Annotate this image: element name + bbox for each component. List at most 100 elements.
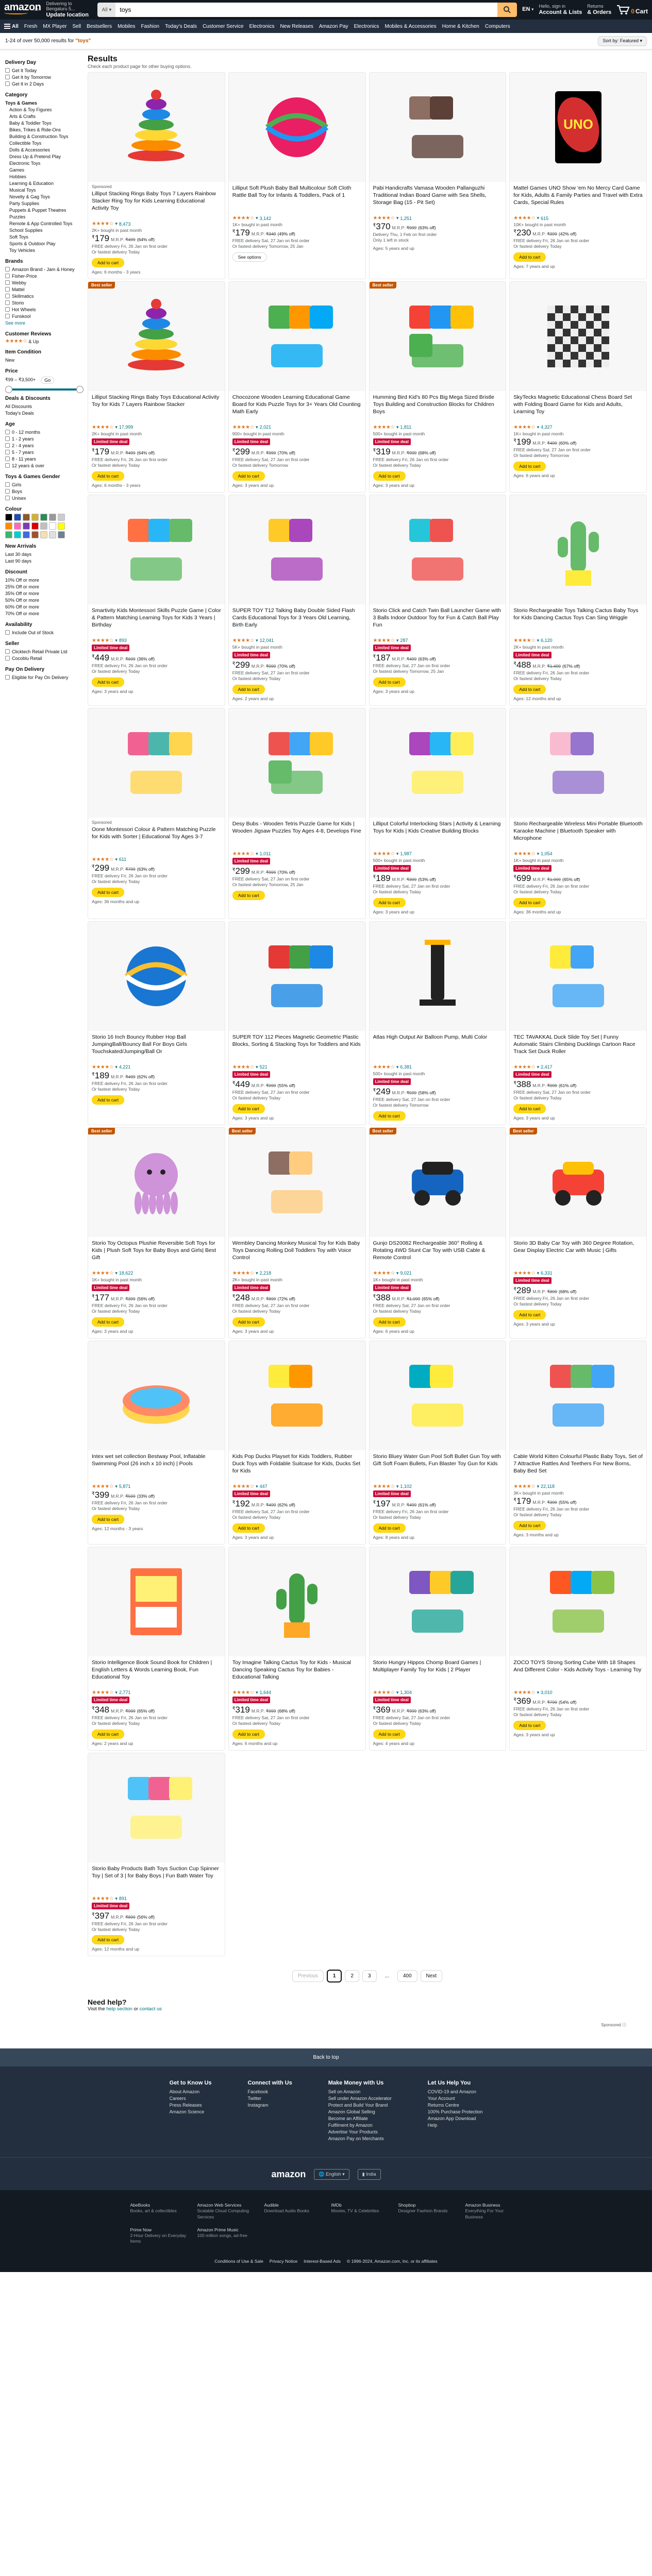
filter-option[interactable]: Boys (5, 488, 83, 495)
add-to-cart-button[interactable]: Add to cart (92, 1935, 125, 1945)
checkbox[interactable] (5, 274, 10, 278)
footer-service-link[interactable]: AbeBooks Books, art & collectibles (130, 2202, 187, 2219)
add-to-cart-button[interactable]: Add to cart (513, 1104, 546, 1113)
product-title[interactable]: Kids Pop Ducks Playset for Kids Toddlers… (232, 1453, 362, 1482)
filter-option[interactable]: Baby & Toddler Toys (5, 120, 83, 126)
add-to-cart-button[interactable]: Add to cart (92, 1317, 125, 1327)
footer-link[interactable]: Careers (170, 2096, 212, 2101)
subnav-item[interactable]: Bestsellers (87, 24, 112, 29)
product-card[interactable]: Best seller Wembley Dancing Monkey Musica… (228, 1127, 366, 1338)
product-rating[interactable]: ★★★★☆ ▾ 615 (513, 215, 643, 221)
search-button[interactable] (497, 3, 517, 17)
product-card[interactable]: Lilliput Soft Plush Baby Ball Multicolou… (228, 72, 366, 279)
rating-filter[interactable]: ★★★★☆ & Up (5, 338, 83, 344)
product-image-wrap[interactable] (228, 708, 365, 818)
checkbox[interactable] (5, 463, 10, 468)
product-card[interactable]: SkyTecks Magnetic Educational Chess Boar… (509, 281, 647, 493)
see-options-button[interactable]: See options (232, 252, 267, 262)
footer-service-link[interactable]: IMDb Movies, TV & Celebrities (331, 2202, 388, 2219)
filter-option[interactable]: Get It in 2 Days (5, 80, 83, 87)
filter-option[interactable]: Clicktech Retail Private Ltd (5, 648, 83, 655)
subnav-item[interactable]: Electronics (249, 24, 275, 29)
product-card[interactable]: Storio 16 Inch Bouncy Rubber Hop Ball Ju… (88, 921, 225, 1125)
product-image-wrap[interactable] (510, 708, 646, 818)
add-to-cart-button[interactable]: Add to cart (513, 1520, 546, 1530)
filter-option[interactable]: 12 years & over (5, 462, 83, 469)
checkbox[interactable] (5, 630, 10, 635)
colour-swatch[interactable] (58, 531, 65, 538)
filter-option[interactable]: Eligible for Pay On Delivery (5, 674, 83, 681)
filter-option[interactable]: Cocoblu Retail (5, 655, 83, 662)
checkbox[interactable] (5, 280, 10, 285)
product-card[interactable]: Cable World Kitten Colourful Plastic Bab… (509, 1340, 647, 1545)
product-rating[interactable]: ★★★★☆ ▾ 2,218 (232, 1270, 362, 1276)
filter-option[interactable]: Get It Today (5, 67, 83, 74)
product-title[interactable]: Pabi Handicrafts Vamasa Wooden Pallanguz… (373, 184, 503, 214)
product-image-wrap[interactable]: Best seller (88, 1127, 225, 1237)
product-rating[interactable]: ★★★★☆ ▾ 2,771 (92, 1690, 221, 1696)
product-title[interactable]: Cable World Kitten Colourful Plastic Bab… (513, 1453, 643, 1482)
filter-option[interactable]: Puzzles (5, 213, 83, 220)
subnav-item[interactable]: Mobiles (118, 24, 135, 29)
product-title[interactable]: Storio 16 Inch Bouncy Rubber Hop Ball Ju… (92, 1033, 221, 1063)
filter-option[interactable]: Skillmatics (5, 293, 83, 299)
product-rating[interactable]: ★★★★☆ ▾ 18,622 (92, 1270, 221, 1276)
pagination-page[interactable]: 1 (326, 1970, 342, 1983)
product-rating[interactable]: ★★★★☆ ▾ 6,120 (513, 638, 643, 643)
subnav-item[interactable]: Fresh (24, 24, 38, 29)
product-card[interactable]: Storio Rechargeable Toys Talking Cactus … (509, 494, 647, 706)
filter-option[interactable]: Hot Wheels (5, 306, 83, 313)
search-input[interactable] (115, 3, 498, 17)
filter-option[interactable]: 10% Off or more (5, 577, 83, 583)
footer-link[interactable]: Fulfilment by Amazon (328, 2123, 392, 2128)
price-go-button[interactable]: Go (41, 376, 55, 384)
subnav-item[interactable]: Computers (485, 24, 510, 29)
footer-link[interactable]: 100% Purchase Protection (428, 2109, 483, 2114)
footer-logo[interactable]: amazon (271, 2169, 306, 2180)
product-image-wrap[interactable] (510, 1341, 646, 1450)
checkbox[interactable] (5, 496, 10, 500)
product-rating[interactable]: ★★★★☆ ▾ 1,054 (513, 851, 643, 857)
account-menu[interactable]: Hello, sign in Account & Lists (539, 4, 582, 16)
product-card[interactable]: Storio Click and Catch Twin Ball Launche… (369, 494, 507, 706)
subnav-item[interactable]: Mobiles & Accessories (385, 24, 437, 29)
filter-option[interactable]: Funskool (5, 313, 83, 319)
add-to-cart-button[interactable]: Add to cart (232, 1729, 265, 1739)
footer-link[interactable]: Sell on Amazon (328, 2089, 392, 2094)
product-title[interactable]: Smartivity Kids Montessori Skills Puzzle… (92, 607, 221, 636)
add-to-cart-button[interactable]: Add to cart (513, 897, 546, 907)
search-category-select[interactable]: All ▾ (97, 3, 116, 17)
footer-country-select[interactable]: ▮ India (357, 2169, 381, 2180)
product-title[interactable]: Wembley Dancing Monkey Musical Toy for K… (232, 1240, 362, 1269)
footer-link[interactable]: Twitter (248, 2096, 292, 2101)
add-to-cart-button[interactable]: Add to cart (232, 684, 265, 694)
product-card[interactable]: Storio Intelligence Book Sound Book for … (88, 1546, 225, 1751)
pagination-previous[interactable]: Previous (292, 1970, 324, 1982)
filter-option[interactable]: Dolls & Accessories (5, 146, 83, 153)
add-to-cart-button[interactable]: Add to cart (232, 471, 265, 481)
checkbox[interactable] (5, 75, 10, 79)
add-to-cart-button[interactable]: Add to cart (92, 471, 125, 481)
filter-option[interactable]: 2 - 4 years (5, 442, 83, 449)
product-rating[interactable]: ★★★★☆ ▾ 12,041 (232, 638, 362, 643)
product-card[interactable]: Toy Imagine Talking Cactus Toy for Kids … (228, 1546, 366, 1751)
colour-swatch[interactable] (31, 522, 39, 530)
subnav-item[interactable]: MX Player (43, 24, 66, 29)
colour-swatch[interactable] (5, 514, 12, 521)
product-rating[interactable]: ★★★★☆ ▾ 1,811 (373, 425, 503, 430)
footer-legal-link[interactable]: Interest-Based Ads (304, 2259, 341, 2264)
product-image-wrap[interactable] (228, 495, 365, 604)
product-image-wrap[interactable]: Best seller (228, 1127, 365, 1237)
product-rating[interactable]: ★★★★☆ ▾ 893 (92, 638, 221, 643)
filter-option[interactable]: School Supplies (5, 227, 83, 233)
colour-swatch[interactable] (40, 531, 47, 538)
footer-link[interactable]: Become an Affiliate (328, 2116, 392, 2121)
add-to-cart-button[interactable]: Add to cart (513, 252, 546, 262)
footer-link[interactable]: Amazon Pay on Merchants (328, 2136, 392, 2141)
product-card[interactable]: Storio Bluey Water Gun Pool Soft Bullet … (369, 1340, 507, 1545)
colour-swatch[interactable] (49, 522, 56, 530)
product-card[interactable]: Storio Rechargeable Wireless Mini Portab… (509, 707, 647, 919)
footer-link[interactable]: Protect and Build Your Brand (328, 2103, 392, 2108)
product-rating[interactable]: ★★★★☆ ▾ 521 (232, 1064, 362, 1070)
product-rating[interactable]: ★★★★☆ ▾ 17,999 (92, 425, 221, 430)
